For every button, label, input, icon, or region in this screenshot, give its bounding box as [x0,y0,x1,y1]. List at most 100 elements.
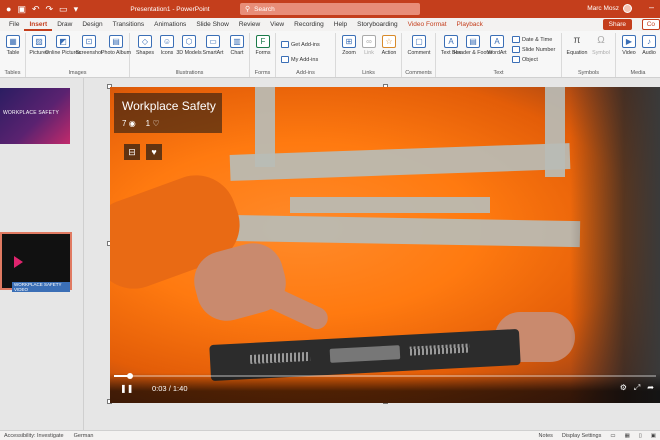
chart-icon: ▥ [230,35,244,48]
minimize-icon[interactable]: – [649,2,654,12]
settings-gear-icon[interactable]: ⚙ [620,383,627,393]
heart-icon[interactable]: ♥ [146,144,162,160]
group-tables: ▦ Table Tables [0,33,26,77]
tab-review[interactable]: Review [234,18,265,31]
calendar-icon [512,36,520,43]
symbol-button[interactable]: Ω Symbol [588,35,614,56]
time-separator: / [168,384,171,393]
chart-button[interactable]: ▥ Chart [224,35,250,56]
share-icon[interactable]: ➦ [647,383,654,393]
slide-2-caption: WORKPLACE SAFETY VIDEO [12,282,70,292]
my-add-ins-button[interactable]: My Add-ins [281,56,318,63]
current-time: 0:03 [152,384,167,393]
smartart-icon: ▭ [206,35,220,48]
omega-icon: Ω [597,35,605,46]
accessibility-status[interactable]: Accessibility: Investigate [4,433,64,439]
tab-file[interactable]: File [4,18,24,31]
display-settings-button[interactable]: Display Settings [562,433,601,439]
tab-insert[interactable]: Insert [24,18,53,31]
object-icon [512,56,520,63]
tab-storyboarding[interactable]: Storyboarding [352,18,402,31]
search-box[interactable]: ⚲ Search [240,3,420,15]
video-title-overlay: Workplace Safety 7 ◉ 1 ♡ [114,93,222,133]
object-button[interactable]: Object [512,56,538,63]
date-time-button[interactable]: Date & Time [512,36,552,43]
fullscreen-icon[interactable]: ⤢ [634,383,640,393]
slide-number-button[interactable]: Slide Number [512,46,555,53]
slideshow-icon[interactable]: ▣ [651,433,656,439]
3d-models-button[interactable]: ⬡ 3D Models [176,35,202,56]
action-button[interactable]: ☆ Action [376,35,402,56]
link-icon: ∞ [362,35,376,48]
normal-view-icon[interactable]: ▭ [610,433,615,439]
group-illustrations: ◇ Shapes ☺ Icons ⬡ 3D Models ▭ SmartArt … [130,33,250,77]
views-count: 7 [122,119,127,128]
group-add-ins: Get Add-ins My Add-ins Add-ins [276,33,336,77]
comment-button[interactable]: ▢ Comment [406,35,432,56]
tab-design[interactable]: Design [77,18,107,31]
player-right-controls: ⚙ ⤢ ➦ [620,383,654,393]
forms-button[interactable]: F Forms [250,35,276,56]
reflective-stripe [290,197,490,213]
table-button[interactable]: ▦ Table [0,35,26,56]
photo-album-button[interactable]: ▤ Photo Album [101,35,131,56]
start-from-beginning-icon[interactable]: ▭ [59,4,68,15]
tab-playback[interactable]: Playback [452,18,488,31]
get-add-ins-button[interactable]: Get Add-ins [281,41,320,48]
redo-icon[interactable]: ↷ [46,4,54,15]
slide-sorter-icon[interactable]: ▦ [625,433,630,439]
photo-album-icon: ▤ [109,35,123,48]
hash-icon [512,46,520,53]
share-button[interactable]: Share [602,19,632,30]
pictures-icon: ▨ [32,35,46,48]
watch-later-icon[interactable]: ⊟ [124,144,140,160]
duration: 1:40 [172,384,188,393]
video-controls: ❚❚ 0:03 / 1:40 ⚙ ⤢ ➦ [110,373,660,403]
screenshot-button[interactable]: ⊡ Screenshot [76,35,102,56]
tab-animations[interactable]: Animations [149,18,191,31]
tab-view[interactable]: View [265,18,289,31]
heart-outline-icon: ♡ [152,119,160,128]
notes-button[interactable]: Notes [539,433,553,439]
wordart-button[interactable]: A WordArt [484,35,510,56]
table-icon: ▦ [6,35,20,48]
icons-icon: ☺ [160,35,174,48]
video-shadow [570,87,660,403]
smartart-button[interactable]: ▭ SmartArt [200,35,226,56]
autosave-toggle[interactable]: ● [6,4,11,14]
eye-icon: ◉ [128,119,136,128]
comments-button[interactable]: Co [641,19,660,30]
header-footer-button[interactable]: ▤ Header & Footer [453,35,493,56]
pause-icon[interactable]: ❚❚ [120,384,133,393]
undo-icon[interactable]: ↶ [32,4,40,15]
tab-slide-show[interactable]: Slide Show [191,18,234,31]
slide-thumbnails-pane: WORKPLACE SAFETY WORKPLACE SAFETY VIDEO [0,78,84,430]
video-player[interactable]: Workplace Safety 7 ◉ 1 ♡ ⊟ ♥ ❚❚ 0:03 / 1… [110,87,660,403]
user-name: Marc Mosz [587,5,619,12]
user-account[interactable]: Marc Mosz [587,4,632,13]
audio-button[interactable]: ♪ Audio [636,35,660,56]
tab-help[interactable]: Help [329,18,352,31]
progress-bar[interactable] [114,373,656,379]
avatar [623,4,632,13]
language-status[interactable]: German [74,433,94,439]
slide-thumbnail-2[interactable]: WORKPLACE SAFETY VIDEO [0,232,72,292]
online-pictures-button[interactable]: ◩ Online Pictures [45,35,81,56]
equation-button[interactable]: π Equation [564,35,590,56]
customize-toolbar-icon[interactable]: ▾ [74,4,79,15]
tab-draw[interactable]: Draw [52,18,77,31]
progress-knob[interactable] [127,373,134,379]
slide-thumbnail-1[interactable]: WORKPLACE SAFETY [0,88,70,144]
likes-count: 1 [145,119,151,128]
reading-view-icon[interactable]: ▯ [639,433,642,439]
video-actions: ⊟ ♥ [124,144,162,160]
shapes-icon: ◇ [138,35,152,48]
tab-recording[interactable]: Recording [289,18,329,31]
save-icon[interactable]: ▣ [17,4,26,15]
ribbon-tabs: File Insert Draw Design Transitions Anim… [0,18,660,31]
tab-video-format[interactable]: Video Format [403,18,452,31]
title-bar: ● ▣ ↶ ↷ ▭ ▾ Presentation1 - PowerPoint ⚲… [0,0,660,18]
group-symbols: π Equation Ω Symbol Symbols [562,33,616,77]
tab-transitions[interactable]: Transitions [108,18,150,31]
group-forms: F Forms Forms [250,33,276,77]
